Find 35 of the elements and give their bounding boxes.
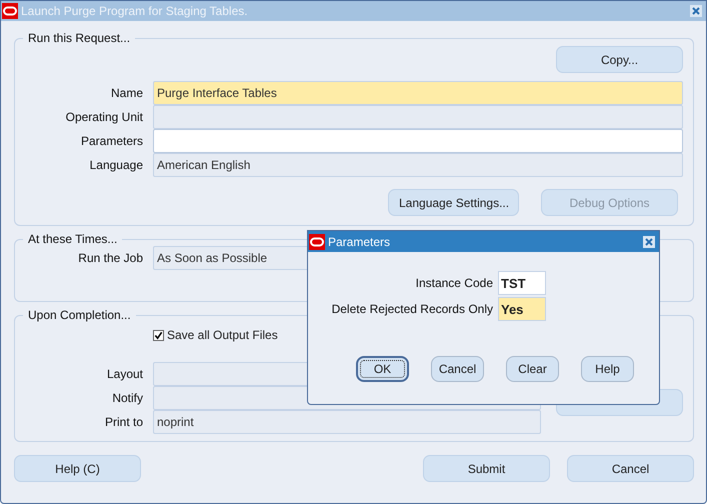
field-label: Parameters (80, 134, 143, 148)
field-label: Delete Rejected Records Only (330, 302, 493, 316)
field-label: Operating Unit (64, 110, 143, 124)
copy-button[interactable]: Copy... (556, 46, 683, 73)
cancel-button[interactable]: Cancel (567, 455, 694, 482)
clear-button[interactable]: Clear (506, 356, 559, 382)
window-title: Launch Purge Program for Staging Tables. (21, 4, 249, 18)
logo-icon (309, 234, 325, 250)
close-icon[interactable] (643, 236, 655, 248)
group-legend: At these Times... (23, 232, 122, 246)
checkbox[interactable] (153, 330, 164, 340)
input-field[interactable]: Purge Interface Tables (153, 81, 683, 105)
field-label: Print to (104, 415, 143, 429)
field-label: Layout (106, 367, 143, 381)
cancel-button[interactable]: Cancel (431, 356, 484, 382)
dialog-title: Parameters (328, 234, 392, 248)
help-button[interactable]: Help (C) (14, 455, 141, 482)
input-field[interactable] (153, 105, 683, 129)
help-button[interactable]: Help (581, 356, 634, 382)
group-legend: Upon Completion... (23, 308, 136, 322)
input-field[interactable]: Yes (498, 297, 546, 321)
input-field[interactable]: American English (153, 153, 683, 177)
group-legend: Run this Request... (23, 31, 136, 45)
field-label: Notify (111, 391, 143, 405)
field-label: Instance Code (414, 276, 493, 290)
input-field[interactable] (153, 129, 683, 153)
logo-icon (2, 3, 18, 19)
submit-button[interactable]: Submit (423, 455, 550, 482)
language-settings-button[interactable]: Language Settings... (388, 189, 519, 216)
ok-button[interactable]: OK (356, 356, 409, 382)
field-label: Name (110, 86, 143, 100)
input-field[interactable]: TST (498, 271, 546, 295)
input-field[interactable]: noprint (153, 410, 541, 434)
field-label: Run the Job (77, 251, 143, 265)
field-label: Language (88, 158, 143, 172)
